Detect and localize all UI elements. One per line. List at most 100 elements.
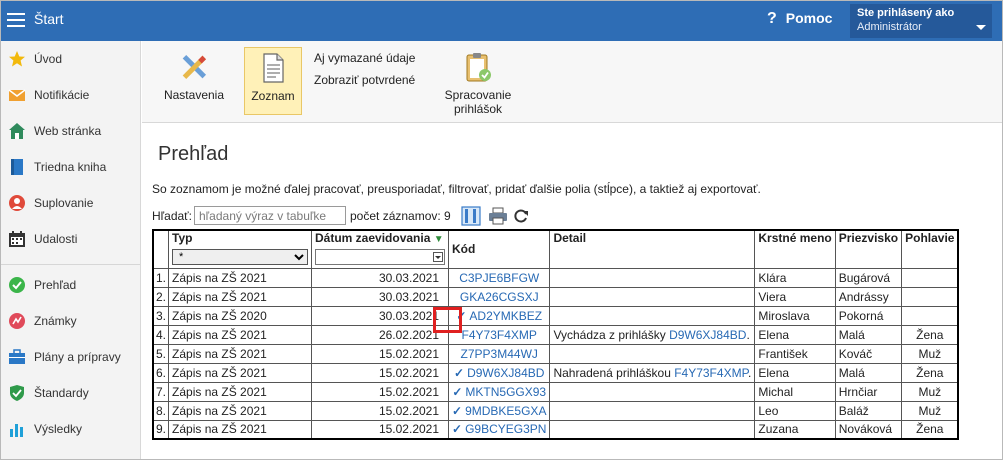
code-cell[interactable]: ✓ D9W6XJ84BD [448, 362, 551, 383]
column-type[interactable]: Typ [168, 229, 313, 248]
code-cell[interactable]: ✓ G9BCYEG3PN [448, 419, 551, 440]
date-cell: 30.03.2021 [311, 305, 450, 326]
first-name-cell: Michal [754, 381, 836, 402]
row-number: 4. [152, 324, 170, 345]
code-link[interactable]: D9W6XJ84BD [467, 366, 544, 380]
code-cell[interactable]: Z7PP3M44WJ [448, 343, 551, 364]
process-label-line1: Spracovanie [444, 88, 512, 102]
code-link[interactable]: G9BCYEG3PN [465, 422, 546, 436]
date-cell: 30.03.2021 [311, 286, 450, 307]
column-code[interactable]: Kód [448, 229, 551, 269]
sidebar-item-prehlad[interactable]: Prehľad [1, 271, 140, 301]
sidebar-item-triedna-kniha[interactable]: Triedna kniha [1, 153, 140, 183]
help-button[interactable]: ? Pomoc [767, 10, 832, 28]
code-link[interactable]: AD2YMKBEZ [469, 309, 542, 323]
column-last-name[interactable]: Priezvisko [834, 229, 903, 269]
type-cell: Zápis na ZŠ 2021 [168, 381, 313, 402]
sidebar-item-label: Známky [34, 314, 77, 328]
first-name-cell: Miroslava [754, 305, 836, 326]
sidebar-item-web[interactable]: Web stránka [1, 117, 140, 147]
sidebar-item-plany[interactable]: Plány a prípravy [1, 343, 140, 373]
list-button[interactable]: Zoznam [244, 47, 302, 115]
app-title[interactable]: Štart [34, 11, 64, 27]
search-input[interactable] [194, 206, 346, 225]
code-link[interactable]: C3PJE6BFGW [459, 271, 539, 285]
table-row[interactable]: 3. Zápis na ZŠ 2020 30.03.2021 ✓ AD2YMKBEZ Mi… [152, 305, 959, 326]
print-icon[interactable] [488, 206, 508, 226]
show-deleted-toggle[interactable]: Aj vymazané údaje [314, 51, 415, 65]
column-date[interactable]: Dátum zaevidovania ▼ [311, 229, 450, 248]
table-body: 1. Zápis na ZŠ 2021 30.03.2021 C3PJE6BFGW Kl… [152, 267, 959, 440]
sidebar-item-standardy[interactable]: Štandardy [1, 379, 140, 409]
process-label-line2: prihlášok [453, 102, 503, 116]
date-filter[interactable] [315, 249, 446, 265]
list-label: Zoznam [251, 89, 295, 103]
code-cell[interactable]: ✓ MKTN5GGX93 [448, 381, 551, 402]
house-icon [9, 123, 25, 139]
table-row[interactable]: 1. Zápis na ZŠ 2021 30.03.2021 C3PJE6BFGW Kl… [152, 267, 959, 288]
table-row[interactable]: 8. Zápis na ZŠ 2021 15.02.2021 ✓ 9MDBKE5GXA L… [152, 400, 959, 421]
sidebar-item-label: Udalosti [34, 232, 78, 246]
table-row[interactable]: 7. Zápis na ZŠ 2021 15.02.2021 ✓ MKTN5GGX93 M… [152, 381, 959, 402]
sidebar-item-udalosti[interactable]: Udalosti [1, 225, 140, 255]
table-row[interactable]: 4. Zápis na ZŠ 2021 26.02.2021 F4Y73F4XMP Vy… [152, 324, 959, 345]
calendar-icon [9, 231, 25, 247]
detail-link[interactable]: D9W6XJ84BD [669, 328, 746, 342]
code-link[interactable]: F4Y73F4XMP [462, 328, 537, 342]
menu-icon[interactable] [7, 10, 25, 30]
column-gender[interactable]: Pohlavie [901, 229, 959, 269]
code-cell[interactable]: ✓ AD2YMKBEZ [448, 305, 551, 326]
refresh-icon[interactable] [513, 206, 529, 226]
sidebar-item-znamky[interactable]: Známky [1, 307, 140, 337]
sidebar-item-notifikacie[interactable]: Notifikácie [1, 81, 140, 111]
code-cell[interactable]: ✓ 9MDBKE5GXA [448, 400, 551, 421]
detail-cell [549, 400, 756, 421]
detail-suffix: . [746, 327, 750, 342]
date-cell: 30.03.2021 [311, 267, 450, 288]
code-link[interactable]: Z7PP3M44WJ [461, 347, 538, 361]
briefcase-icon [9, 349, 25, 364]
table-row[interactable]: 6. Zápis na ZŠ 2021 15.02.2021 ✓ D9W6XJ84BD N… [152, 362, 959, 383]
settings-label: Nastavenia [163, 88, 225, 102]
last-name-cell: Kováč [834, 343, 903, 364]
table-row[interactable]: 2. Zápis na ZŠ 2021 30.03.2021 GKA26CGSXJ Vi… [152, 286, 959, 307]
sidebar-item-uvod[interactable]: Úvod [1, 45, 140, 75]
table-row[interactable]: 9. Zápis na ZŠ 2021 15.02.2021 ✓ G9BCYEG3PN Z… [152, 419, 959, 440]
gender-cell [901, 305, 959, 326]
code-cell[interactable]: GKA26CGSXJ [448, 286, 551, 307]
code-link[interactable]: 9MDBKE5GXA [465, 404, 546, 418]
show-confirmed-toggle[interactable]: Zobraziť potvrdené [314, 73, 415, 87]
detail-cell [549, 286, 756, 307]
code-cell[interactable]: F4Y73F4XMP [448, 324, 551, 345]
sidebar-item-vysledky[interactable]: Výsledky [1, 415, 140, 445]
settings-button[interactable]: Nastavenia [159, 47, 229, 115]
check-circle-icon [9, 277, 25, 293]
type-cell: Zápis na ZŠ 2021 [168, 324, 313, 345]
last-name-cell: Hrnčiar [834, 381, 903, 402]
sidebar-item-suplovanie[interactable]: Suplovanie [1, 189, 140, 219]
first-name-cell: Zuzana [754, 419, 836, 440]
check-icon: ✓ [454, 365, 465, 380]
table-row[interactable]: 5. Zápis na ZŠ 2021 15.02.2021 Z7PP3M44WJ Fr… [152, 343, 959, 364]
type-filter-select[interactable]: * [172, 249, 309, 265]
detail-link[interactable]: F4Y73F4XMP [674, 366, 748, 380]
document-icon [263, 53, 284, 83]
column-detail[interactable]: Detail [549, 229, 756, 269]
column-first-name[interactable]: Krstné meno [754, 229, 836, 269]
row-number: 8. [152, 400, 170, 421]
columns-icon[interactable] [461, 206, 481, 226]
code-link[interactable]: GKA26CGSXJ [460, 290, 539, 304]
user-menu[interactable]: Ste prihlásený ako Administrátor [850, 4, 992, 38]
person-icon [9, 195, 25, 211]
code-link[interactable]: MKTN5GGX93 [465, 385, 546, 399]
date-cell: 26.02.2021 [311, 324, 450, 345]
search-label: Hľadať: [152, 209, 193, 223]
row-number: 2. [152, 286, 170, 307]
filter-dropdown-icon[interactable] [433, 252, 444, 262]
code-cell[interactable]: C3PJE6BFGW [448, 267, 551, 288]
detail-text: Nahradená prihláškou [553, 365, 675, 380]
page-title: Prehľad [158, 143, 229, 165]
envelope-icon [8, 89, 26, 101]
process-applications-button[interactable]: Spracovanie prihlášok [436, 47, 520, 116]
last-name-cell: Malá [834, 324, 903, 345]
